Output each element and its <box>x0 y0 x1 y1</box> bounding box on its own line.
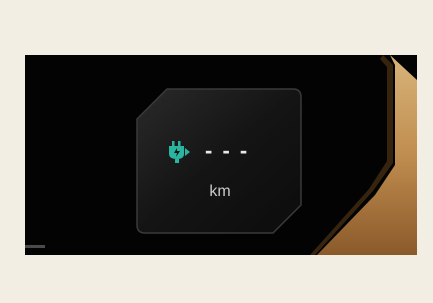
bottom-edge-mark <box>25 245 45 248</box>
instrument-cluster-screen: - - - km <box>25 55 417 255</box>
range-value: - - - <box>205 138 250 163</box>
range-panel: - - - km <box>135 87 305 235</box>
cluster-frame: - - - km <box>0 0 433 303</box>
range-unit: km <box>209 183 231 200</box>
ev-plug-icon <box>169 141 190 163</box>
